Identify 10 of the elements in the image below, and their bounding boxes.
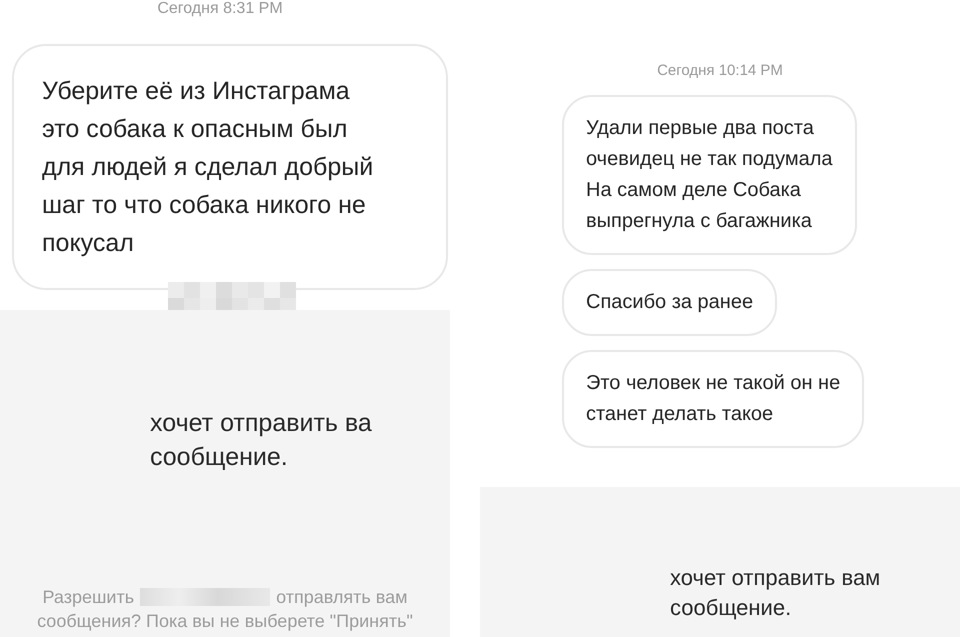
request-notice: сообщения? Пока вы не выберете "Принять": [37, 610, 413, 633]
message-bubble: Это человек не такой он не станет делать такое: [562, 350, 864, 448]
request-message: хочет отправить ва сообщение.: [150, 408, 373, 473]
request-message: хочет отправить вам сообщение.: [670, 564, 882, 622]
timestamp: Сегодня 8:31 PM: [157, 0, 283, 18]
message-bubble: Удали первые два поста очевидец не так подумала На самом деле Собака выпрегнула с багажника: [562, 95, 857, 255]
timestamp: Сегодня 10:14 PM: [657, 62, 783, 79]
message-bubble: Спасибо за ранее: [562, 269, 778, 336]
request-notice: Разрешить: [42, 586, 134, 609]
request-notice: отправлять вам: [276, 586, 408, 609]
